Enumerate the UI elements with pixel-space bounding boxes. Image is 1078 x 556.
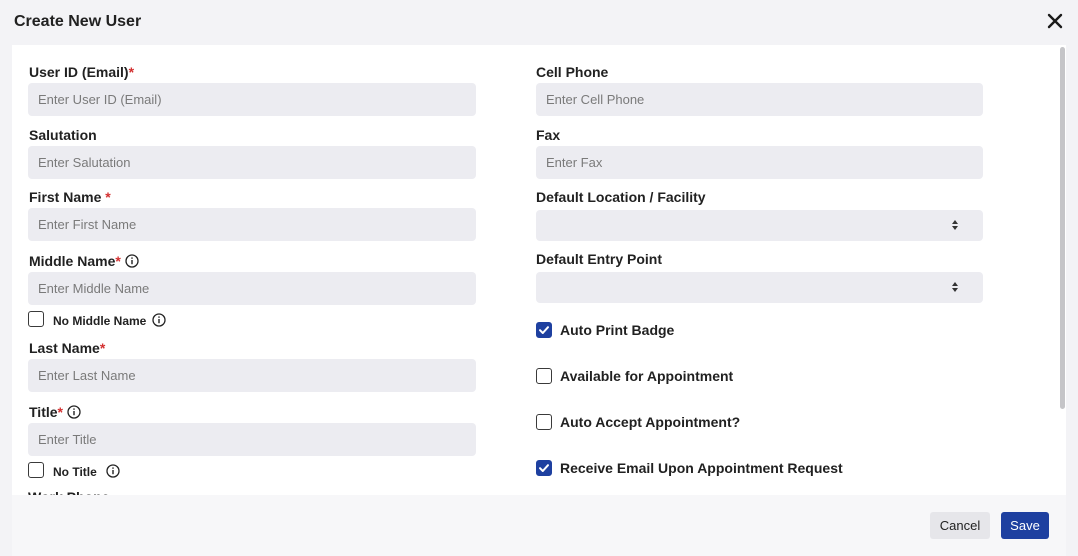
save-button[interactable]: Save xyxy=(1001,512,1049,539)
create-user-dialog: Create New User User ID (Email)* Salutat… xyxy=(0,0,1078,556)
dialog-header: Create New User xyxy=(0,0,1078,45)
title-label: Title* xyxy=(29,404,81,420)
no-middle-name-label: No Middle Name xyxy=(53,313,167,328)
default-entry-point-select[interactable] xyxy=(536,272,983,303)
available-for-appointment-checkbox[interactable] xyxy=(536,368,552,384)
fax-label: Fax xyxy=(536,127,561,143)
no-title-label: No Title xyxy=(53,464,120,479)
cell-phone-input[interactable] xyxy=(536,83,983,116)
default-location-label: Default Location / Facility xyxy=(536,189,706,205)
receive-email-checkbox[interactable] xyxy=(536,460,552,476)
auto-print-badge-checkbox[interactable] xyxy=(536,322,552,338)
check-icon xyxy=(539,326,549,334)
default-location-select[interactable] xyxy=(536,210,983,241)
cancel-button[interactable]: Cancel xyxy=(930,512,990,539)
check-icon xyxy=(539,464,549,472)
middle-name-label: Middle Name* xyxy=(29,253,139,269)
available-for-appointment-label: Available for Appointment xyxy=(560,368,734,384)
first-name-label: First Name * xyxy=(29,189,111,205)
middle-name-input[interactable] xyxy=(28,272,476,305)
info-icon[interactable] xyxy=(106,464,120,478)
user-id-input[interactable] xyxy=(28,83,476,116)
sort-arrows-icon xyxy=(952,282,958,292)
no-title-checkbox[interactable] xyxy=(28,462,44,478)
info-icon[interactable] xyxy=(152,313,167,327)
info-icon[interactable] xyxy=(125,254,139,268)
auto-accept-appointment-label: Auto Accept Appointment? xyxy=(560,414,741,430)
first-name-input[interactable] xyxy=(28,208,476,241)
last-name-label: Last Name* xyxy=(29,340,106,356)
salutation-label: Salutation xyxy=(29,127,97,143)
info-icon[interactable] xyxy=(67,405,81,419)
dialog-footer: Cancel Save xyxy=(12,495,1066,556)
default-entry-point-label: Default Entry Point xyxy=(536,251,663,267)
fax-input[interactable] xyxy=(536,146,983,179)
dialog-title: Create New User xyxy=(14,13,142,30)
auto-accept-appointment-checkbox[interactable] xyxy=(536,414,552,430)
auto-print-badge-label: Auto Print Badge xyxy=(560,322,675,338)
close-icon xyxy=(1047,13,1063,29)
sort-arrows-icon xyxy=(952,220,958,230)
cell-phone-label: Cell Phone xyxy=(536,64,609,80)
scrollbar-thumb[interactable] xyxy=(1060,47,1065,409)
vertical-scrollbar[interactable] xyxy=(1058,45,1066,495)
last-name-input[interactable] xyxy=(28,359,476,392)
receive-email-label: Receive Email Upon Appointment Request xyxy=(560,460,843,476)
no-middle-name-checkbox[interactable] xyxy=(28,311,44,327)
title-input[interactable] xyxy=(28,423,476,456)
close-button[interactable] xyxy=(1046,12,1064,30)
salutation-input[interactable] xyxy=(28,146,476,179)
user-id-label: User ID (Email)* xyxy=(29,64,135,80)
